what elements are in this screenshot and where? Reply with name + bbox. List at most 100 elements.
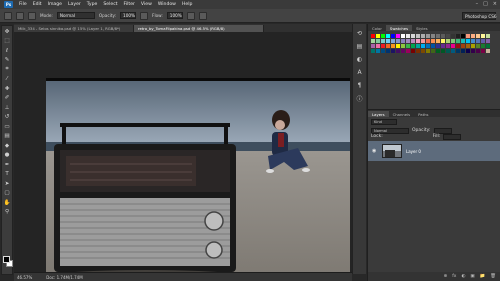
layer-style-icon[interactable]: fx <box>452 274 456 279</box>
adjustment-layer-icon[interactable]: ◐ <box>461 274 465 279</box>
dodge-tool-icon[interactable]: ● <box>3 151 11 159</box>
color-swatch[interactable] <box>436 34 440 38</box>
color-swatch[interactable] <box>461 49 465 53</box>
color-swatch[interactable] <box>431 39 435 43</box>
color-swatch[interactable] <box>466 49 470 53</box>
tab-paths[interactable]: Paths <box>414 111 432 117</box>
color-swatch[interactable] <box>481 39 485 43</box>
color-swatch[interactable] <box>381 34 385 38</box>
pressure-opacity-icon[interactable] <box>140 11 149 20</box>
color-swatch[interactable] <box>471 49 475 53</box>
tab-styles[interactable]: Styles <box>412 25 432 31</box>
color-swatch[interactable] <box>416 49 420 53</box>
color-swatch[interactable] <box>371 39 375 43</box>
color-swatch[interactable] <box>436 49 440 53</box>
eraser-tool-icon[interactable]: ▭ <box>3 123 11 131</box>
color-swatch[interactable] <box>446 44 450 48</box>
quick-select-tool-icon[interactable]: ✎ <box>3 56 11 64</box>
color-swatch[interactable] <box>391 49 395 53</box>
crop-tool-icon[interactable]: ⌗ <box>3 66 11 74</box>
color-swatch[interactable] <box>391 39 395 43</box>
color-swatch[interactable] <box>441 44 445 48</box>
color-swatch[interactable] <box>376 34 380 38</box>
color-swatch[interactable] <box>381 39 385 43</box>
clone-stamp-tool-icon[interactable]: ⊥ <box>3 104 11 112</box>
color-swatch[interactable] <box>451 39 455 43</box>
color-swatch[interactable] <box>386 49 390 53</box>
color-swatch[interactable] <box>401 39 405 43</box>
layer-kind-filter[interactable]: Kind <box>371 118 397 125</box>
layer-row[interactable]: ◉ Layer 0 <box>368 141 500 161</box>
color-swatch[interactable] <box>436 44 440 48</box>
color-swatch[interactable] <box>456 49 460 53</box>
tab-channels[interactable]: Channels <box>389 111 415 117</box>
color-swatch[interactable] <box>381 44 385 48</box>
character-panel-icon[interactable]: A <box>356 68 364 76</box>
canvas-area[interactable] <box>14 32 352 281</box>
color-swatch[interactable] <box>456 39 460 43</box>
link-layers-icon[interactable]: ⊕ <box>443 274 447 279</box>
color-swatch[interactable] <box>396 34 400 38</box>
brush-panel-toggle-icon[interactable] <box>28 11 36 20</box>
brush-tool-icon[interactable]: ✐ <box>3 94 11 102</box>
color-swatch[interactable] <box>471 39 475 43</box>
color-swatch[interactable] <box>401 49 405 53</box>
tab-document-2[interactable]: retro_by_TomaFilpakina.psd @ 46.5% (RGB/… <box>134 25 264 32</box>
color-swatch[interactable] <box>411 49 415 53</box>
color-swatch[interactable] <box>461 39 465 43</box>
color-swatch[interactable] <box>461 34 465 38</box>
layer-name[interactable]: Layer 0 <box>406 149 421 154</box>
flow-field[interactable]: 100% <box>166 12 183 19</box>
color-swatch[interactable] <box>426 49 430 53</box>
color-swatch[interactable] <box>451 44 455 48</box>
paragraph-panel-icon[interactable]: ¶ <box>356 81 364 89</box>
menu-layer[interactable]: Layer <box>68 2 81 7</box>
pen-tool-icon[interactable]: ✒ <box>3 161 11 169</box>
gradient-tool-icon[interactable]: ▤ <box>3 132 11 140</box>
color-swatch[interactable] <box>486 49 490 53</box>
color-swatch[interactable] <box>471 34 475 38</box>
tab-swatches[interactable]: Swatches <box>385 25 413 31</box>
color-swatch[interactable] <box>411 34 415 38</box>
color-swatch[interactable] <box>401 44 405 48</box>
color-swatch[interactable] <box>396 39 400 43</box>
color-swatch[interactable] <box>391 34 395 38</box>
color-swatch[interactable] <box>421 34 425 38</box>
color-swatch[interactable] <box>446 49 450 53</box>
color-swatch[interactable] <box>421 39 425 43</box>
shape-tool-icon[interactable]: ▢ <box>3 189 11 197</box>
move-tool-icon[interactable]: ✥ <box>3 28 11 36</box>
color-swatch[interactable] <box>416 34 420 38</box>
color-swatch[interactable] <box>406 34 410 38</box>
color-swatch[interactable] <box>441 34 445 38</box>
color-swatch[interactable] <box>436 39 440 43</box>
color-swatch[interactable] <box>451 34 455 38</box>
menu-image[interactable]: Image <box>48 2 62 7</box>
color-swatch[interactable] <box>396 49 400 53</box>
color-swatch[interactable] <box>396 44 400 48</box>
color-swatch[interactable] <box>446 34 450 38</box>
lasso-tool-icon[interactable]: ℓ <box>3 47 11 55</box>
delete-layer-icon[interactable]: 🗑 <box>490 274 496 279</box>
color-swatch[interactable] <box>406 39 410 43</box>
menu-edit[interactable]: Edit <box>33 2 42 7</box>
color-swatch[interactable] <box>371 34 375 38</box>
menu-type[interactable]: Type <box>87 2 98 7</box>
brush-tool-preset-icon[interactable] <box>4 11 12 20</box>
color-swatch[interactable] <box>486 39 490 43</box>
mode-select[interactable]: Normal <box>56 12 95 19</box>
tab-document-1[interactable]: Milk_334 - Selos sinnika.psd @ 15% (Laye… <box>14 25 134 32</box>
properties-panel-icon[interactable]: ▤ <box>356 42 364 50</box>
color-swatch[interactable] <box>386 44 390 48</box>
opacity-field[interactable]: 100% <box>120 12 137 19</box>
minimize-icon[interactable]: – <box>476 1 479 7</box>
layer-fill-field[interactable] <box>443 133 462 140</box>
menu-select[interactable]: Select <box>103 2 117 7</box>
marquee-tool-icon[interactable]: ⬚ <box>3 37 11 45</box>
color-swatch[interactable] <box>416 39 420 43</box>
healing-brush-tool-icon[interactable]: ✚ <box>3 85 11 93</box>
airbrush-icon[interactable] <box>186 11 195 20</box>
workspace-select[interactable]: Photoshop CS6 <box>462 12 497 20</box>
color-swatch[interactable] <box>451 49 455 53</box>
color-swatch[interactable] <box>406 44 410 48</box>
